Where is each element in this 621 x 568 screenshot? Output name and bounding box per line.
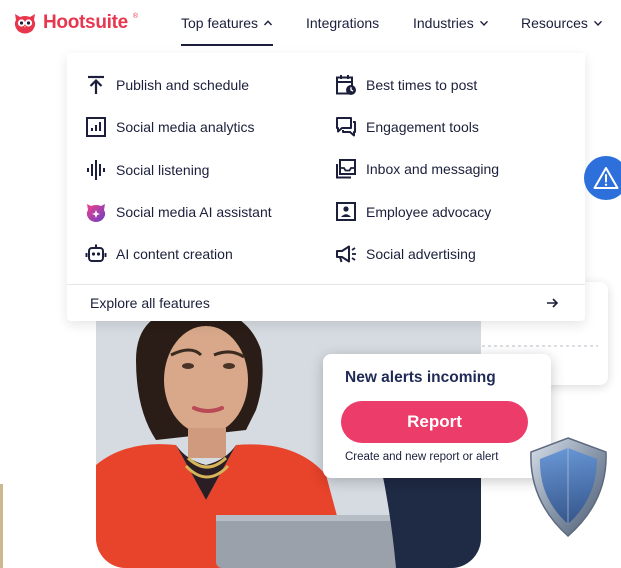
- inbox-icon: [336, 159, 356, 179]
- nav-integrations[interactable]: Integrations: [306, 15, 379, 31]
- menu-item-social-media-analytics[interactable]: Social media analytics: [85, 116, 255, 138]
- explore-all-features-link[interactable]: Explore all features: [67, 285, 585, 321]
- menu-item-social-advertising[interactable]: Social advertising: [335, 243, 476, 265]
- megaphone-icon: [336, 245, 356, 263]
- menu-item-publish-and-schedule[interactable]: Publish and schedule: [85, 74, 249, 96]
- menu-item-label: Best times to post: [366, 77, 478, 93]
- alert-title: New alerts incoming: [345, 369, 496, 386]
- menu-item-label: Employee advocacy: [366, 204, 492, 220]
- top-nav: Hootsuite ® Top features Integrations In…: [0, 0, 621, 52]
- nav-top-features[interactable]: Top features: [181, 15, 274, 46]
- chevron-up-icon: [264, 20, 273, 26]
- left-edge-strip: [0, 484, 3, 568]
- nav-top-features-label: Top features: [181, 15, 259, 31]
- menu-item-label: Publish and schedule: [116, 77, 250, 93]
- alert-card: New alerts incoming Report Create and ne…: [323, 354, 551, 478]
- chat-bubbles-icon: [336, 117, 356, 137]
- warning-triangle-icon: [593, 167, 619, 189]
- report-button[interactable]: Report: [341, 401, 528, 443]
- bar-chart-icon: [86, 117, 106, 137]
- warning-floating-button[interactable]: [584, 156, 621, 200]
- menu-item-label: Inbox and messaging: [366, 161, 500, 177]
- menu-item-label: Social media analytics: [116, 119, 255, 135]
- shield-icon: [530, 437, 607, 538]
- alert-subtitle: Create and new report or alert: [345, 451, 499, 463]
- menu-item-employee-advocacy[interactable]: Employee advocacy: [335, 201, 491, 223]
- menu-item-ai-content-creation[interactable]: AI content creation: [85, 243, 233, 265]
- menu-item-social-listening[interactable]: Social listening: [85, 159, 209, 181]
- explore-all-features-label: Explore all features: [90, 295, 210, 311]
- menu-item-label: Social listening: [116, 162, 210, 178]
- menu-item-best-times-to-post[interactable]: Best times to post: [335, 74, 477, 96]
- nav-industries[interactable]: Industries: [413, 15, 489, 31]
- menu-item-social-media-ai-assistant[interactable]: Social media AI assistant: [85, 201, 272, 223]
- menu-item-label: AI content creation: [116, 246, 233, 262]
- menu-item-engagement-tools[interactable]: Engagement tools: [335, 116, 479, 138]
- menu-item-label: Social advertising: [366, 246, 476, 262]
- nav-industries-label: Industries: [413, 15, 474, 31]
- sound-wave-icon: [87, 160, 105, 180]
- chevron-down-icon: [593, 20, 602, 27]
- nav-resources[interactable]: Resources: [521, 15, 603, 31]
- id-badge-icon: [336, 202, 356, 221]
- upload-arrow-icon: [88, 75, 104, 94]
- menu-item-label: Social media AI assistant: [116, 204, 272, 220]
- calendar-clock-icon: [336, 75, 356, 95]
- chevron-down-icon: [479, 20, 488, 27]
- owl-logo-icon: [14, 14, 36, 34]
- nav-integrations-label: Integrations: [306, 15, 380, 31]
- menu-item-inbox-and-messaging[interactable]: Inbox and messaging: [335, 158, 499, 180]
- top-features-dropdown: Publish and schedule Social media analyt…: [67, 53, 585, 321]
- nav-resources-label: Resources: [521, 15, 588, 31]
- logo-wordmark: Hootsuite: [43, 12, 128, 33]
- hootsuite-logo[interactable]: Hootsuite ®: [12, 11, 138, 35]
- menu-item-label: Engagement tools: [366, 119, 479, 135]
- arrow-right-icon: [547, 298, 559, 308]
- robot-icon: [85, 244, 107, 262]
- logo-trademark: ®: [132, 13, 139, 20]
- owly-ai-icon: [86, 204, 106, 222]
